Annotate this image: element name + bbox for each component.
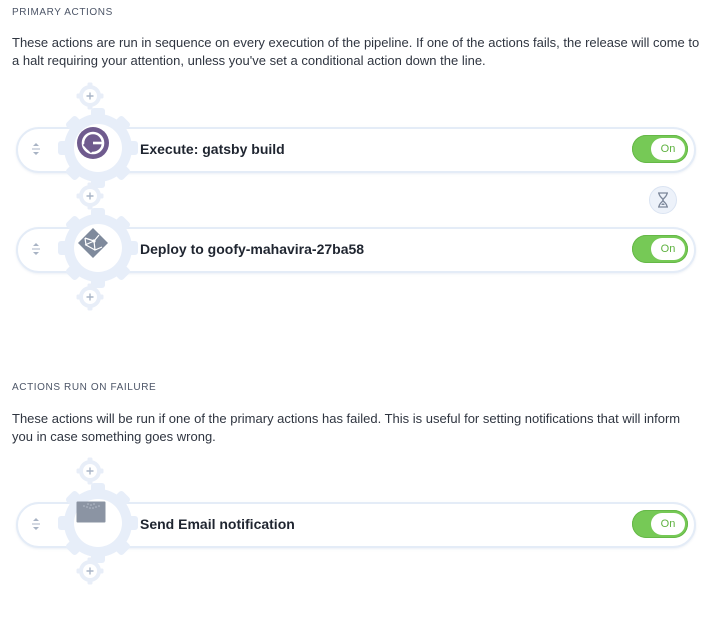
- action-toggle[interactable]: On: [632, 235, 688, 263]
- action-label: Deploy to goofy-mahavira-27ba58: [140, 241, 365, 257]
- gatsby-logo-icon: [76, 126, 120, 170]
- primary-actions-heading: PRIMARY ACTIONS: [12, 7, 113, 18]
- drag-handle-icon[interactable]: [26, 514, 46, 534]
- add-failure-action-button[interactable]: [76, 557, 104, 585]
- gatsby-action-node: [56, 106, 140, 190]
- action-toggle[interactable]: On: [632, 510, 688, 538]
- delay-timer-button[interactable]: [649, 186, 677, 214]
- netlify-logo-icon: [76, 226, 120, 270]
- envelope-icon: [76, 501, 120, 545]
- hourglass-icon: [658, 192, 668, 208]
- failure-actions-description: These actions will be run if one of the …: [12, 411, 681, 444]
- action-label: Execute: gatsby build: [140, 141, 285, 157]
- drag-handle-icon[interactable]: [26, 239, 46, 259]
- failure-actions-heading: ACTIONS RUN ON FAILURE: [12, 382, 157, 393]
- toggle-knob: On: [651, 138, 685, 160]
- plus-gear-icon: [76, 283, 104, 311]
- toggle-knob: On: [651, 513, 685, 535]
- email-action-node: [56, 481, 140, 565]
- action-label: Send Email notification: [140, 516, 295, 532]
- toggle-knob: On: [651, 238, 685, 260]
- plus-gear-icon: [76, 557, 104, 585]
- primary-actions-description: These actions are run in sequence on eve…: [12, 35, 700, 68]
- add-action-button[interactable]: [76, 283, 104, 311]
- drag-handle-icon[interactable]: [26, 139, 46, 159]
- action-toggle[interactable]: On: [632, 135, 688, 163]
- deploy-action-node: [56, 206, 140, 290]
